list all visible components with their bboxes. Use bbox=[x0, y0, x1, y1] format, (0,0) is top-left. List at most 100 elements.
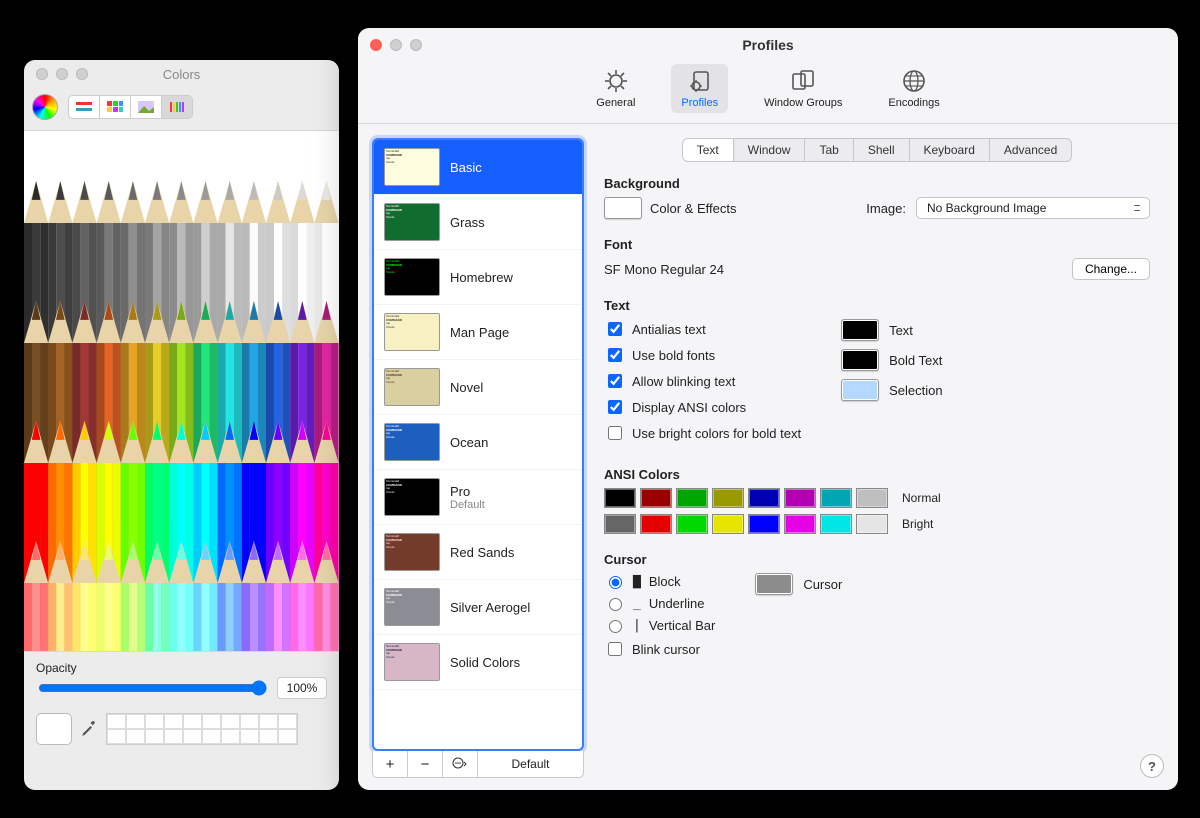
ansi-color-well[interactable] bbox=[856, 514, 888, 534]
color-wheel-icon[interactable] bbox=[32, 94, 58, 120]
swatch-cell[interactable] bbox=[164, 714, 183, 729]
check-use-bright-colors-for-bold-text[interactable]: Use bright colors for bold text bbox=[604, 423, 801, 443]
palette-picker-tab[interactable] bbox=[100, 96, 131, 118]
swatch-cell[interactable] bbox=[145, 729, 164, 744]
zoom-icon[interactable] bbox=[410, 39, 422, 51]
ansi-color-well[interactable] bbox=[712, 514, 744, 534]
selection-color-well[interactable] bbox=[841, 379, 879, 401]
tab-window[interactable]: Window bbox=[734, 139, 806, 161]
help-button[interactable]: ? bbox=[1140, 754, 1164, 778]
swatch-cell[interactable] bbox=[240, 729, 259, 744]
change-font-button[interactable]: Change... bbox=[1072, 258, 1150, 280]
swatch-cell[interactable] bbox=[221, 729, 240, 744]
tab-tab[interactable]: Tab bbox=[805, 139, 853, 161]
swatch-cell[interactable] bbox=[259, 714, 278, 729]
profile-pro[interactable]: Terminal#COMMANDtopXcodeProDefault bbox=[374, 470, 582, 525]
swatch-cell[interactable] bbox=[202, 714, 221, 729]
ansi-color-well[interactable] bbox=[784, 488, 816, 508]
ansi-color-well[interactable] bbox=[640, 488, 672, 508]
toolbar-general[interactable]: General bbox=[586, 64, 645, 113]
pencils-picker-tab[interactable] bbox=[162, 96, 192, 118]
tab-advanced[interactable]: Advanced bbox=[990, 139, 1071, 161]
bold-text-color-well[interactable] bbox=[841, 349, 879, 371]
profile-man-page[interactable]: Terminal#COMMANDtopXcodeMan Page bbox=[374, 305, 582, 360]
ansi-color-well[interactable] bbox=[604, 514, 636, 534]
cursor-underline-radio[interactable]: _ Underline bbox=[604, 595, 715, 611]
check-antialias-text[interactable]: Antialias text bbox=[604, 319, 801, 339]
eyedropper-icon[interactable] bbox=[80, 720, 98, 738]
ansi-color-well[interactable] bbox=[748, 514, 780, 534]
close-icon[interactable] bbox=[370, 39, 382, 51]
current-color-swatch[interactable] bbox=[36, 713, 72, 745]
tab-keyboard[interactable]: Keyboard bbox=[910, 139, 990, 161]
text-color-well[interactable] bbox=[841, 319, 879, 341]
blink-cursor-checkbox[interactable]: Blink cursor bbox=[604, 639, 715, 659]
profile-actions-menu[interactable] bbox=[443, 751, 478, 777]
swatch-cell[interactable] bbox=[278, 729, 297, 744]
background-color-effects-button[interactable]: Color & Effects bbox=[604, 197, 736, 219]
swatch-cell[interactable] bbox=[183, 714, 202, 729]
tab-shell[interactable]: Shell bbox=[854, 139, 910, 161]
check-display-ansi-colors[interactable]: Display ANSI colors bbox=[604, 397, 801, 417]
profile-homebrew[interactable]: Terminal#COMMANDtopXcodeHomebrew bbox=[374, 250, 582, 305]
swatch-cell[interactable] bbox=[164, 729, 183, 744]
ansi-color-well[interactable] bbox=[676, 488, 708, 508]
toolbar-encodings[interactable]: Encodings bbox=[878, 64, 949, 113]
ansi-color-well[interactable] bbox=[820, 514, 852, 534]
remove-profile-button[interactable]: − bbox=[408, 751, 443, 777]
swatch-cell[interactable] bbox=[221, 714, 240, 729]
cursor-color-well[interactable] bbox=[755, 573, 793, 595]
ansi-color-well[interactable] bbox=[640, 514, 672, 534]
set-default-button[interactable]: Default bbox=[478, 751, 583, 777]
cursor-vertical-bar-radio[interactable]: | Vertical Bar bbox=[604, 617, 715, 633]
ansi-color-well[interactable] bbox=[784, 514, 816, 534]
swatch-cell[interactable] bbox=[202, 729, 221, 744]
profile-solid-colors[interactable]: Terminal#COMMANDtopXcodeSolid Colors bbox=[374, 635, 582, 690]
ansi-color-well[interactable] bbox=[820, 488, 852, 508]
minimize-icon[interactable] bbox=[56, 68, 68, 80]
swatch-cell[interactable] bbox=[107, 714, 126, 729]
swatch-cell[interactable] bbox=[126, 729, 145, 744]
colors-window: Colors Opacity 100% bbox=[24, 60, 339, 790]
pencils-picker-area[interactable] bbox=[24, 131, 339, 651]
ansi-color-well[interactable] bbox=[604, 488, 636, 508]
sliders-picker-tab[interactable] bbox=[69, 96, 100, 118]
font-heading: Font bbox=[604, 237, 1150, 252]
toolbar-profiles[interactable]: Profiles bbox=[671, 64, 728, 113]
font-value: SF Mono Regular 24 bbox=[604, 262, 724, 277]
zoom-icon[interactable] bbox=[76, 68, 88, 80]
close-icon[interactable] bbox=[36, 68, 48, 80]
check-use-bold-fonts[interactable]: Use bold fonts bbox=[604, 345, 801, 365]
tab-text[interactable]: Text bbox=[683, 139, 734, 161]
ansi-color-well[interactable] bbox=[748, 488, 780, 508]
profile-basic[interactable]: Terminal#COMMANDtopXcodeBasic bbox=[374, 140, 582, 195]
background-image-select[interactable]: No Background Image bbox=[916, 197, 1150, 219]
check-allow-blinking-text[interactable]: Allow blinking text bbox=[604, 371, 801, 391]
ansi-color-well[interactable] bbox=[712, 488, 744, 508]
ansi-color-well[interactable] bbox=[856, 488, 888, 508]
profile-ocean[interactable]: Terminal#COMMANDtopXcodeOcean bbox=[374, 415, 582, 470]
background-color-well[interactable] bbox=[604, 197, 642, 219]
add-profile-button[interactable]: + bbox=[373, 751, 408, 777]
swatch-cell[interactable] bbox=[183, 729, 202, 744]
opacity-value-field[interactable]: 100% bbox=[277, 677, 327, 699]
swatch-cell[interactable] bbox=[278, 714, 297, 729]
toolbar-window-groups[interactable]: Window Groups bbox=[754, 64, 852, 113]
profiles-list[interactable]: Terminal#COMMANDtopXcodeBasicTerminal#CO… bbox=[372, 138, 584, 751]
opacity-slider[interactable] bbox=[38, 680, 267, 696]
profile-novel[interactable]: Terminal#COMMANDtopXcodeNovel bbox=[374, 360, 582, 415]
swatch-cell[interactable] bbox=[240, 714, 259, 729]
image-picker-tab[interactable] bbox=[131, 96, 162, 118]
profiles-titlebar: Profiles bbox=[358, 28, 1178, 62]
swatch-cell[interactable] bbox=[145, 714, 164, 729]
swatch-grid[interactable] bbox=[106, 713, 298, 745]
minimize-icon[interactable] bbox=[390, 39, 402, 51]
cursor-block-radio[interactable]: ▇ Block bbox=[604, 573, 715, 589]
profile-grass[interactable]: Terminal#COMMANDtopXcodeGrass bbox=[374, 195, 582, 250]
swatch-cell[interactable] bbox=[259, 729, 278, 744]
swatch-cell[interactable] bbox=[126, 714, 145, 729]
swatch-cell[interactable] bbox=[107, 729, 126, 744]
ansi-color-well[interactable] bbox=[676, 514, 708, 534]
profile-red-sands[interactable]: Terminal#COMMANDtopXcodeRed Sands bbox=[374, 525, 582, 580]
profile-silver-aerogel[interactable]: Terminal#COMMANDtopXcodeSilver Aerogel bbox=[374, 580, 582, 635]
